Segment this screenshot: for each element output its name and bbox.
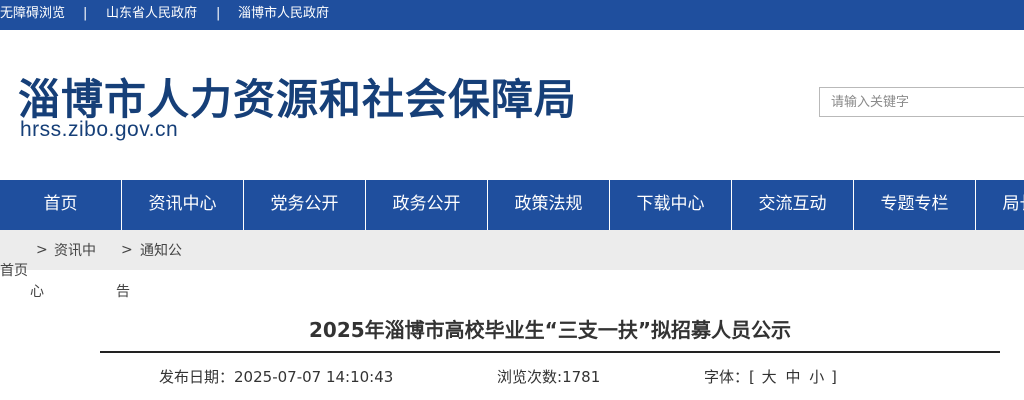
publish-date-label: 发布日期： bbox=[159, 368, 235, 386]
font-size-switcher: 字体：[ 大 中 小 ] bbox=[704, 366, 837, 387]
nav-item-director-mailbox[interactable]: 局长信箱 bbox=[976, 180, 1024, 230]
topbar-divider: | bbox=[83, 6, 88, 21]
bracket-close: ] bbox=[831, 368, 837, 386]
breadcrumb-separator: > bbox=[36, 242, 48, 258]
font-size-label: 字体： bbox=[704, 368, 750, 386]
breadcrumb-news-link[interactable]: 资讯中 bbox=[54, 242, 96, 260]
breadcrumb-separator: > bbox=[121, 242, 133, 258]
province-gov-link[interactable]: 山东省人民政府 bbox=[106, 0, 197, 28]
nav-item-interaction[interactable]: 交流互动 bbox=[732, 180, 854, 230]
font-small-button[interactable]: 小 bbox=[809, 368, 824, 386]
topbar-divider: | bbox=[216, 6, 221, 21]
nav-item-news[interactable]: 资讯中心 bbox=[122, 180, 244, 230]
breadcrumb-news-link-wrap[interactable]: 心 bbox=[30, 283, 44, 301]
nav-item-downloads[interactable]: 下载中心 bbox=[610, 180, 732, 230]
title-divider bbox=[100, 351, 1000, 353]
breadcrumb-notices-link-wrap[interactable]: 告 bbox=[116, 283, 130, 301]
nav-item-government-affairs[interactable]: 政务公开 bbox=[366, 180, 488, 230]
publish-date-value: 2025-07-07 14:10:43 bbox=[234, 368, 394, 386]
site-domain: hrss.zibo.gov.cn bbox=[20, 118, 179, 141]
view-count: 浏览次数:1781 bbox=[497, 366, 600, 387]
font-medium-button[interactable]: 中 bbox=[785, 368, 800, 386]
nav-item-party-affairs[interactable]: 党务公开 bbox=[244, 180, 366, 230]
search-input[interactable] bbox=[819, 87, 1024, 117]
main-navigation: 首页 资讯中心 党务公开 政务公开 政策法规 下载中心 交流互动 专题专栏 局长… bbox=[0, 180, 1024, 230]
accessibility-link[interactable]: 无障碍浏览 bbox=[0, 0, 65, 28]
city-gov-link[interactable]: 淄博市人民政府 bbox=[238, 0, 329, 28]
publish-date: 发布日期：2025-07-07 14:10:43 bbox=[159, 366, 393, 387]
view-count-value: 1781 bbox=[562, 368, 601, 386]
nav-item-special-topics[interactable]: 专题专栏 bbox=[854, 180, 976, 230]
breadcrumb-notices-link[interactable]: 通知公 bbox=[140, 242, 182, 260]
bracket-open: [ bbox=[749, 368, 755, 386]
top-utility-bar: 无障碍浏览 | 山东省人民政府 | 淄博市人民政府 bbox=[0, 0, 1024, 30]
view-count-label: 浏览次数: bbox=[497, 368, 563, 386]
breadcrumb-home-link[interactable]: 首页 bbox=[0, 262, 28, 280]
article-title: 2025年淄博市高校毕业生“三支一扶”拟招募人员公示 bbox=[309, 318, 791, 342]
nav-item-home[interactable]: 首页 bbox=[0, 180, 122, 230]
nav-item-policies[interactable]: 政策法规 bbox=[488, 180, 610, 230]
site-header: 淄博市人力资源和社会保障局 hrss.zibo.gov.cn bbox=[0, 30, 1024, 180]
font-large-button[interactable]: 大 bbox=[762, 368, 777, 386]
